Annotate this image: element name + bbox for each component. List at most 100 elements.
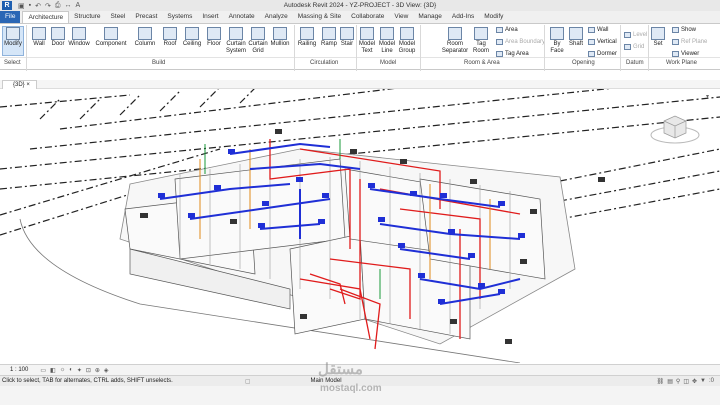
save-icon[interactable]: ▪: [29, 2, 31, 10]
drag-elements-icon[interactable]: ✥: [692, 378, 697, 385]
modify-button[interactable]: Modify: [2, 26, 24, 56]
model-text-button[interactable]: Model Text: [358, 27, 376, 55]
show-work-plane-button[interactable]: Show: [672, 27, 696, 33]
selection-controls: ⛓ ▤ ⚲ ◫ ✥ ▼ :0: [657, 378, 714, 385]
column-icon: [138, 27, 152, 40]
level-button[interactable]: Level: [624, 32, 647, 38]
open-icon[interactable]: ▣: [18, 2, 25, 10]
model-line-button[interactable]: Model Line: [378, 27, 396, 55]
tab-precast[interactable]: Precast: [130, 11, 162, 23]
tab-steel[interactable]: Steel: [106, 11, 131, 23]
view-controls: ▭ ◧ ☼ ◐ ✦ ⊡ ⊕ ◈: [40, 367, 108, 374]
hide-isolate-icon[interactable]: ◈: [104, 367, 109, 374]
view-tab-3d[interactable]: {3D} ×: [2, 80, 37, 89]
scale-field[interactable]: 1 : 100: [10, 367, 28, 373]
view-options-icon[interactable]: ▾: [706, 93, 709, 100]
view-cube[interactable]: [648, 111, 702, 145]
undo-icon[interactable]: ↶: [35, 2, 41, 10]
status-hint: Click to select, TAB for alternates, CTR…: [2, 378, 173, 384]
ribbon-panel-bar: Select Build Circulation Model Room & Ar…: [0, 25, 720, 71]
watermark-latin: mostaql.com: [320, 383, 382, 394]
shaft-button[interactable]: Shaft: [568, 27, 584, 47]
tab-architecture[interactable]: Architecture: [22, 11, 70, 23]
panel-divider: [294, 25, 295, 71]
ceiling-button[interactable]: Ceiling: [181, 27, 203, 47]
model-3d-view[interactable]: [0, 89, 720, 363]
tab-analyze[interactable]: Analyze: [260, 11, 293, 23]
crop-view-icon[interactable]: ⊡: [86, 367, 91, 374]
tab-systems[interactable]: Systems: [162, 11, 197, 23]
model-group-button[interactable]: Model Group: [398, 27, 416, 55]
tab-structure[interactable]: Structure: [69, 11, 105, 23]
ramp-button[interactable]: Ramp: [320, 27, 338, 47]
revit-logo[interactable]: R: [2, 1, 12, 10]
wall-opening-button[interactable]: Wall: [588, 27, 608, 33]
column-button[interactable]: Column: [134, 27, 156, 47]
mullion-icon: [273, 27, 287, 40]
vertical-opening-button[interactable]: Vertical: [588, 39, 617, 45]
ref-plane-button[interactable]: Ref Plane: [672, 39, 707, 45]
area-button[interactable]: Area: [496, 27, 518, 33]
tab-file[interactable]: File: [0, 11, 21, 23]
door-button[interactable]: Door: [50, 27, 66, 47]
visual-style-icon[interactable]: ◧: [50, 367, 56, 374]
drawing-canvas[interactable]: ▾: [0, 89, 720, 363]
filter-icon[interactable]: ▼: [700, 378, 706, 385]
tab-manage[interactable]: Manage: [413, 11, 447, 23]
component-button[interactable]: Component: [95, 27, 127, 47]
by-face-icon: [550, 27, 564, 40]
measure-icon[interactable]: ↔: [64, 2, 71, 10]
tab-insert[interactable]: Insert: [197, 11, 223, 23]
select-pinned-icon[interactable]: ⚲: [676, 378, 680, 385]
detail-level-icon[interactable]: ▭: [40, 367, 46, 374]
select-links-icon[interactable]: ⛓: [657, 378, 665, 385]
print-icon[interactable]: ⎙: [55, 2, 61, 10]
railing-button[interactable]: Railing: [297, 27, 317, 47]
close-icon[interactable]: ×: [26, 82, 30, 88]
work-plane-icon: [651, 27, 665, 40]
curtain-system-button[interactable]: Curtain System: [226, 27, 246, 55]
lock-view-icon[interactable]: ⊕: [95, 367, 100, 374]
render-icon[interactable]: ✦: [77, 367, 82, 374]
floor-button[interactable]: Floor: [205, 27, 223, 47]
panel-circulation: Circulation: [310, 60, 339, 66]
select-by-face-icon[interactable]: ◫: [683, 378, 689, 385]
window-button[interactable]: Window: [67, 27, 91, 47]
tab-collaborate[interactable]: Collaborate: [346, 11, 389, 23]
panel-room-area: Room & Area: [464, 60, 500, 66]
tab-add-ins[interactable]: Add-Ins: [447, 11, 479, 23]
opening-by-face-button[interactable]: By Face: [548, 27, 566, 55]
panel-divider: [26, 25, 27, 71]
panel-select[interactable]: Select: [4, 60, 21, 66]
tab-annotate[interactable]: Annotate: [224, 11, 260, 23]
shadows-icon[interactable]: ◐: [69, 367, 73, 374]
text-icon[interactable]: A: [75, 2, 80, 10]
stair-button[interactable]: Stair: [339, 27, 355, 47]
mullion-button[interactable]: Mullion: [269, 27, 291, 47]
roof-button[interactable]: Roof: [162, 27, 178, 47]
floor-icon: [207, 27, 221, 40]
tab-view[interactable]: View: [389, 11, 413, 23]
room-separator-button[interactable]: Room Separator: [440, 27, 470, 55]
stair-icon: [340, 27, 354, 40]
watermark-arabic: مستقل: [318, 361, 363, 378]
room-separator-icon: [448, 27, 462, 40]
sun-path-icon[interactable]: ☼: [60, 367, 66, 374]
wall-button[interactable]: Wall: [30, 27, 48, 47]
panel-model: Model: [380, 60, 397, 66]
tab-massing-site[interactable]: Massing & Site: [293, 11, 346, 23]
tab-modify[interactable]: Modify: [479, 11, 508, 23]
grid-button[interactable]: Grid: [624, 44, 644, 50]
model-text-icon: [360, 27, 374, 40]
model-icon: ▢: [244, 378, 251, 385]
curtain-grid-button[interactable]: Curtain Grid: [248, 27, 268, 55]
panel-opening: Opening: [572, 60, 595, 66]
area-boundary-button[interactable]: Area Boundary: [496, 39, 545, 45]
set-work-plane-button[interactable]: Set: [651, 27, 665, 47]
tag-room-button[interactable]: Tag Room: [472, 27, 490, 55]
curtain-system-icon: [229, 27, 243, 40]
select-underlay-icon[interactable]: ▤: [667, 378, 673, 385]
area-icon: [496, 27, 503, 33]
redo-icon[interactable]: ↷: [45, 2, 51, 10]
curtain-grid-icon: [251, 27, 265, 40]
